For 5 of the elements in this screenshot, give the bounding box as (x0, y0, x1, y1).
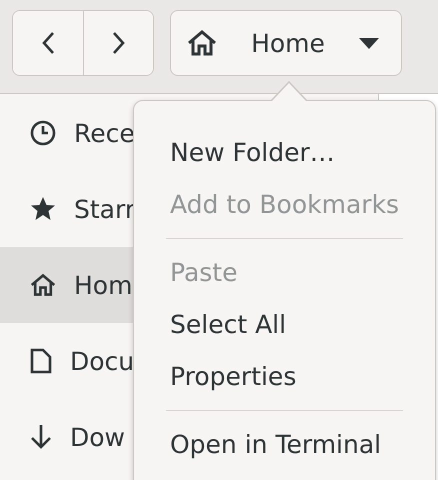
sidebar-label: Rece (74, 118, 135, 148)
sidebar-label: Starr (74, 194, 136, 224)
sidebar-label: Hom (74, 270, 132, 300)
sidebar-label: Docu (70, 346, 134, 376)
sidebar-label: Dow (70, 422, 125, 452)
